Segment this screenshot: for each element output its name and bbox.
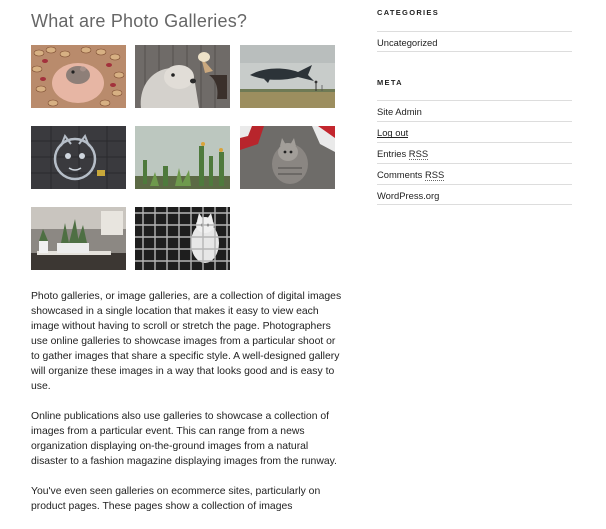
paragraph: Photo galleries, or image galleries, are… [31,291,342,392]
site-admin-link[interactable]: Site Admin [377,106,422,117]
log-out-link[interactable]: Log out [377,127,408,138]
rss-abbr: RSS [424,169,445,181]
gallery-image-cat-sneakers[interactable] [240,126,335,189]
photo-gallery [31,45,341,285]
link-text: Entries [377,148,409,159]
list-item: Log out [377,121,572,142]
list-item: Uncategorized [377,31,572,52]
categories-list: Uncategorized [377,31,572,52]
list-item: Site Admin [377,100,572,121]
comments-rss-link[interactable]: Comments RSS [377,169,445,181]
gallery-image-hamster[interactable] [31,45,126,108]
wordpress-org-link[interactable]: WordPress.org [377,190,439,201]
list-item: Comments RSS [377,163,572,184]
gallery-image-cacti[interactable] [135,126,230,189]
gallery-image-dog[interactable] [135,45,230,108]
rss-abbr: RSS [408,148,429,160]
article-body: Photo galleries, or image galleries, are… [31,289,343,529]
category-link-uncategorized[interactable]: Uncategorized [377,37,437,48]
gallery-image-cat-fence[interactable] [135,207,230,270]
entries-rss-link[interactable]: Entries RSS [377,148,429,160]
paragraph: Online publications also use galleries t… [31,411,337,467]
gallery-image-plants[interactable] [31,207,126,270]
meta-list: Site Admin Log out Entries RSS Comments … [377,100,572,205]
list-item: WordPress.org [377,184,572,205]
gallery-image-whale[interactable] [240,45,335,108]
categories-widget-title: CATEGORIES [377,8,440,17]
page-title: What are Photo Galleries? [31,11,248,31]
list-item: Entries RSS [377,142,572,163]
paragraph: You've even seen galleries on ecommerce … [31,486,321,512]
meta-widget-title: META [377,78,403,87]
link-text: Comments [377,169,425,180]
gallery-image-chalk-cat[interactable] [31,126,126,189]
